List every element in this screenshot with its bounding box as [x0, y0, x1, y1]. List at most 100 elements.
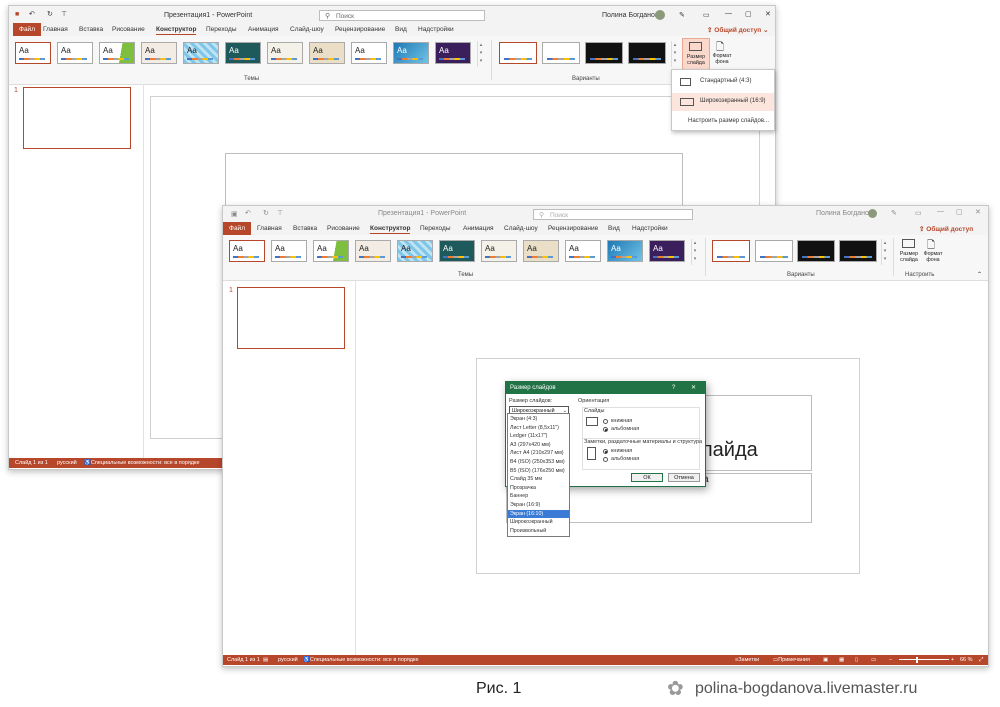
theme-6[interactable]: Aa [439, 240, 475, 262]
theme-11[interactable]: Aa [435, 42, 471, 64]
variant-1[interactable] [499, 42, 537, 64]
theme-10[interactable]: Aa [607, 240, 643, 262]
presenter-icon[interactable]: ⊤ [61, 10, 67, 18]
slide-size-widescreen-option[interactable]: Широкоэкранный (16:9) [672, 93, 774, 111]
slide-thumbnail[interactable] [23, 87, 131, 149]
zoom-thumb[interactable] [916, 657, 918, 663]
slide-size-button[interactable]: Размер слайда [897, 237, 921, 269]
spellcheck-icon[interactable]: ▤ [263, 655, 268, 665]
ok-button[interactable]: ОК [631, 473, 663, 482]
list-item[interactable]: Экран (4:3) [508, 415, 569, 424]
theme-9[interactable]: Aa [351, 42, 387, 64]
avatar[interactable] [868, 209, 877, 218]
themes-gallery-scroll[interactable]: ▴ ▾ ▾ [477, 41, 484, 67]
zoom-level[interactable]: 66 % [960, 655, 973, 665]
maximize-icon[interactable]: ▢ [956, 208, 963, 216]
tab-review[interactable]: Рецензирование [548, 222, 598, 235]
slide-thumbnail[interactable] [237, 287, 345, 349]
avatar[interactable] [655, 10, 665, 20]
slideshow-view-icon[interactable]: ▭ [871, 655, 876, 665]
variants-gallery-scroll[interactable]: ▴ ▾ ▾ [881, 239, 888, 265]
presenter-icon[interactable]: ⊤ [277, 209, 283, 217]
accessibility-status[interactable]: ♿ Специальные возможности: все в порядке [303, 655, 419, 665]
close-icon[interactable]: ✕ [975, 208, 981, 216]
minimize-icon[interactable]: — [725, 10, 732, 17]
list-item[interactable]: Прозрачка [508, 484, 569, 493]
list-item[interactable]: Произвольный [508, 527, 569, 536]
variant-2[interactable] [755, 240, 793, 262]
theme-10[interactable]: Aa [393, 42, 429, 64]
tab-file[interactable]: Файл [13, 23, 41, 36]
theme-3[interactable]: Aa [99, 42, 135, 64]
search-input[interactable]: ⚲ Поиск [533, 209, 693, 220]
list-item[interactable]: B4 (ISO) (250x353 мм) [508, 458, 569, 467]
themes-gallery-scroll[interactable]: ▴ ▾ ▾ [691, 239, 698, 265]
theme-office[interactable]: Aa [15, 42, 51, 64]
maximize-icon[interactable]: ▢ [745, 10, 752, 18]
slides-portrait-radio[interactable] [603, 419, 608, 424]
zoom-slider[interactable] [899, 659, 949, 660]
theme-9[interactable]: Aa [565, 240, 601, 262]
list-item[interactable]: Экран (16:9) [508, 501, 569, 510]
tab-addins[interactable]: Надстройки [418, 23, 454, 36]
variant-2[interactable] [542, 42, 580, 64]
tab-home[interactable]: Главная [257, 222, 282, 235]
theme-11[interactable]: Aa [649, 240, 685, 262]
close-icon[interactable]: ✕ [765, 10, 771, 18]
list-item[interactable]: Слайд 35 мм [508, 475, 569, 484]
tab-slideshow[interactable]: Слайд-шоу [504, 222, 538, 235]
save-icon[interactable]: ▣ [231, 210, 238, 218]
variant-3[interactable] [797, 240, 835, 262]
slide-sorter-icon[interactable]: ▦ [839, 655, 844, 665]
tab-view[interactable]: Вид [608, 222, 620, 235]
minimize-icon[interactable]: — [937, 208, 944, 215]
variant-1[interactable] [712, 240, 750, 262]
redo-icon[interactable]: ↻ [263, 209, 269, 217]
cancel-button[interactable]: Отмена [668, 473, 700, 482]
list-item[interactable]: Баннер [508, 492, 569, 501]
share-button[interactable]: ⇪ Общий доступ [919, 225, 973, 233]
theme-2[interactable]: Aa [271, 240, 307, 262]
theme-5[interactable]: Aa [183, 42, 219, 64]
dialog-close-icon[interactable]: ✕ [691, 382, 696, 394]
help-icon[interactable]: ? [672, 382, 675, 394]
tab-draw[interactable]: Рисование [112, 23, 145, 36]
tab-design[interactable]: Конструктор [370, 222, 411, 234]
tab-home[interactable]: Главная [43, 23, 68, 36]
theme-4[interactable]: Aa [355, 240, 391, 262]
tab-draw[interactable]: Рисование [327, 222, 360, 235]
zoom-in-icon[interactable]: + [951, 655, 954, 665]
undo-icon[interactable]: ↶ [245, 209, 251, 217]
collapse-ribbon-icon[interactable]: ⌃ [977, 271, 982, 278]
tab-animation[interactable]: Анимация [463, 222, 494, 235]
theme-7[interactable]: Aa [481, 240, 517, 262]
tab-view[interactable]: Вид [395, 23, 407, 36]
theme-8[interactable]: Aa [523, 240, 559, 262]
list-item[interactable]: Ledger (11x17") [508, 432, 569, 441]
ribbon-display-icon[interactable]: ▭ [703, 11, 710, 19]
pen-icon[interactable]: ✎ [891, 209, 897, 217]
list-item[interactable]: B5 (ISO) (176x250 мм) [508, 467, 569, 476]
theme-6[interactable]: Aa [225, 42, 261, 64]
notes-landscape-radio[interactable] [603, 457, 608, 462]
pen-icon[interactable]: ✎ [679, 11, 685, 19]
zoom-out-icon[interactable]: − [889, 655, 892, 665]
slide-size-standard-option[interactable]: Стандартный (4:3) [672, 74, 774, 90]
list-item[interactable]: Лист A4 (210x297 мм) [508, 449, 569, 458]
theme-7[interactable]: Aa [267, 42, 303, 64]
search-input[interactable]: ⚲ Поиск [319, 10, 485, 21]
ribbon-display-icon[interactable]: ▭ [915, 209, 922, 217]
theme-office[interactable]: Aa [229, 240, 265, 262]
variant-3[interactable] [585, 42, 623, 64]
normal-view-icon[interactable]: ▣ [823, 655, 828, 665]
share-button[interactable]: ⇪ Общий доступ ⌄ [707, 26, 768, 34]
comments-button[interactable]: ▭ Примечания [773, 655, 810, 665]
variants-gallery-scroll[interactable]: ▴ ▾ ▾ [671, 41, 678, 67]
save-icon[interactable]: ■ [15, 11, 19, 18]
accessibility-status[interactable]: ♿ Специальные возможности: все в порядке [84, 458, 200, 468]
theme-2[interactable]: Aa [57, 42, 93, 64]
list-item[interactable]: Лист Letter (8,5x11") [508, 424, 569, 433]
variant-4[interactable] [839, 240, 877, 262]
reading-view-icon[interactable]: ▯ [855, 655, 858, 665]
theme-8[interactable]: Aa [309, 42, 345, 64]
